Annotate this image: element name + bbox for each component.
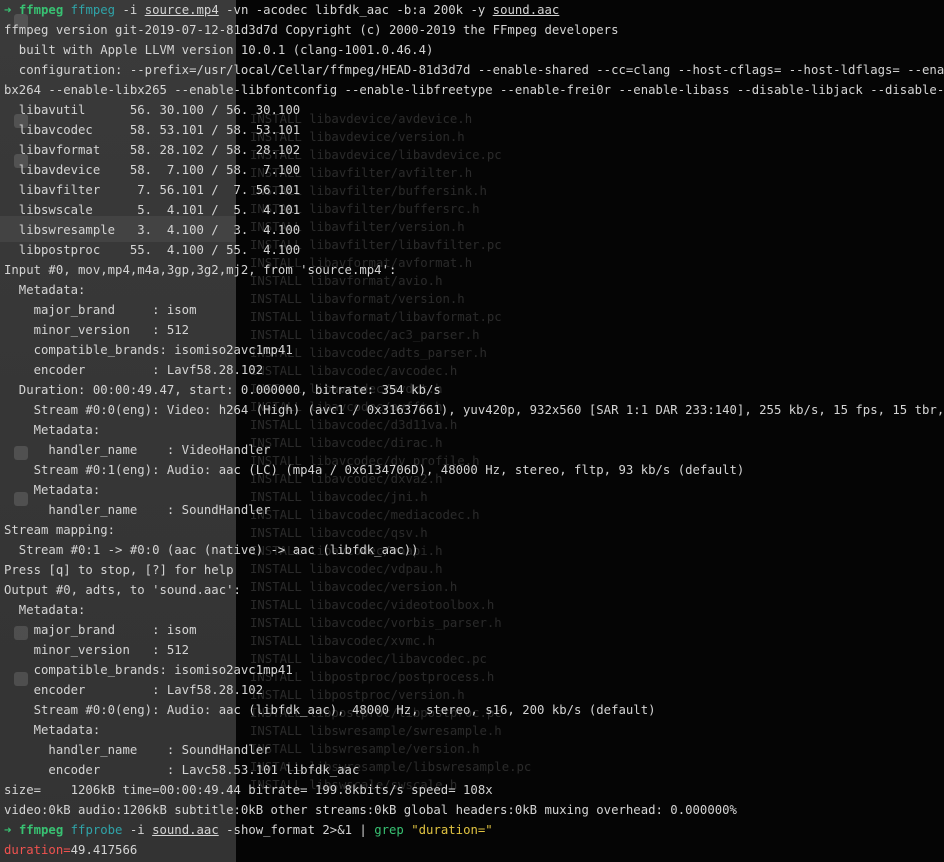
prompt-arrow-icon: ➜ xyxy=(4,3,12,17)
output-line: libavformat 58. 28.102 / 58. 28.102 xyxy=(4,143,301,157)
input-file-path[interactable]: source.mp4 xyxy=(145,3,219,17)
output-line: Stream #0:1(eng): Audio: aac (LC) (mp4a … xyxy=(4,463,745,477)
output-line: Metadata: xyxy=(4,423,101,437)
prompt-directory: ffmpeg xyxy=(18,823,64,837)
command-args: -i xyxy=(115,3,145,17)
output-line: handler_name : SoundHandler xyxy=(4,743,271,757)
output-line: encoder : Lavf58.28.102 xyxy=(4,363,264,377)
output-line: libpostproc 55. 4.100 / 55. 4.100 xyxy=(4,243,301,257)
output-line: built with Apple LLVM version 10.0.1 (cl… xyxy=(4,43,434,57)
command-args: -i xyxy=(122,823,153,837)
output-line: Duration: 00:00:49.47, start: 0.000000, … xyxy=(4,383,441,397)
output-line: libswscale 5. 4.101 / 5. 4.101 xyxy=(4,203,301,217)
terminal-output[interactable]: ➜ ffmpeg ffmpeg -i source.mp4 -vn -acode… xyxy=(4,0,944,862)
output-line: Stream #0:1 -> #0:0 (aac (native) -> aac… xyxy=(4,543,419,557)
output-line: libavdevice 58. 7.100 / 58. 7.100 xyxy=(4,163,301,177)
grep-command: grep xyxy=(374,823,404,837)
output-line: Output #0, adts, to 'sound.aac': xyxy=(4,583,241,597)
output-line: minor_version : 512 xyxy=(4,643,190,657)
output-line: size= 1206kB time=00:00:49.44 bitrate= 1… xyxy=(4,783,493,797)
output-line: major_brand : isom xyxy=(4,303,197,317)
output-line: libavfilter 7. 56.101 / 7. 56.101 xyxy=(4,183,301,197)
output-line: compatible_brands: isomiso2avc1mp41 xyxy=(4,343,293,357)
output-line: Press [q] to stop, [?] for help xyxy=(4,563,234,577)
prompt-arrow-icon: ➜ xyxy=(4,823,12,837)
prompt-line-1: ➜ ffmpeg ffmpeg -i source.mp4 -vn -acode… xyxy=(4,0,944,20)
output-line: Metadata: xyxy=(4,283,86,297)
output-line: Stream mapping: xyxy=(4,523,116,537)
output-line: encoder : Lavf58.28.102 xyxy=(4,683,264,697)
command-name: ffmpeg xyxy=(70,3,116,17)
output-line: libavcodec 58. 53.101 / 58. 53.101 xyxy=(4,123,301,137)
output-line: Metadata: xyxy=(4,603,86,617)
output-line: Input #0, mov,mp4,m4a,3gp,3g2,mj2, from … xyxy=(4,263,397,277)
output-line: encoder : Lavc58.53.101 libfdk_aac xyxy=(4,763,360,777)
output-line: ffmpeg version git-2019-07-12-81d3d7d Co… xyxy=(4,23,619,37)
output-file-path[interactable]: sound.aac xyxy=(493,3,560,17)
output-line: handler_name : SoundHandler xyxy=(4,503,271,517)
output-line: major_brand : isom xyxy=(4,623,197,637)
command-name: ffprobe xyxy=(70,823,123,837)
prompt-line-2: ➜ ffmpeg ffprobe -i sound.aac -show_form… xyxy=(4,820,944,840)
output-line: handler_name : VideoHandler xyxy=(4,443,271,457)
grep-pattern: "duration=" xyxy=(411,823,493,837)
output-line: video:0kB audio:1206kB subtitle:0kB othe… xyxy=(4,803,737,817)
output-line: Metadata: xyxy=(4,723,101,737)
output-line: Metadata: xyxy=(4,483,101,497)
output-line: Stream #0:0(eng): Audio: aac (libfdk_aac… xyxy=(4,703,656,717)
output-line: bx264 --enable-libx265 --enable-libfontc… xyxy=(4,83,944,97)
input-file-path[interactable]: sound.aac xyxy=(152,823,219,837)
prompt-directory: ffmpeg xyxy=(18,3,64,17)
output-line: Stream #0:0(eng): Video: h264 (High) (av… xyxy=(4,403,944,417)
command-args: -show_format 2>&1 | xyxy=(218,823,375,837)
output-line: libswresample 3. 4.100 / 3. 4.100 xyxy=(4,223,301,237)
output-line: minor_version : 512 xyxy=(4,323,190,337)
result-line: duration=49.417566 xyxy=(4,840,944,860)
result-value: 49.417566 xyxy=(70,843,138,857)
command-args: -vn -acodec libfdk_aac -b:a 200k -y xyxy=(218,3,493,17)
output-line: libavutil 56. 30.100 / 56. 30.100 xyxy=(4,103,301,117)
output-line: configuration: --prefix=/usr/local/Cella… xyxy=(4,63,944,77)
result-key: duration= xyxy=(4,843,71,857)
output-line: compatible_brands: isomiso2avc1mp41 xyxy=(4,663,293,677)
